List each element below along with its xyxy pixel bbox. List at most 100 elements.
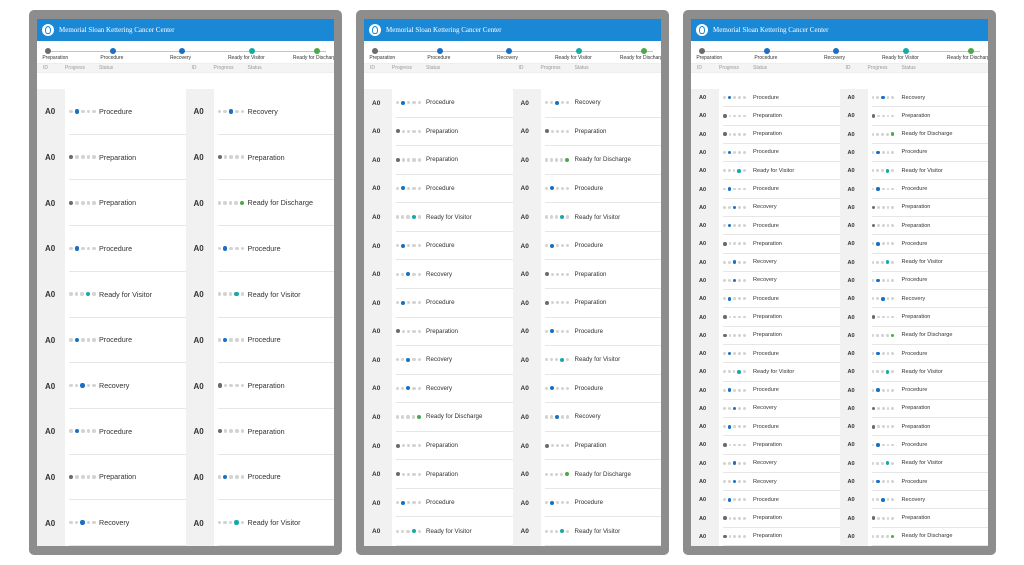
table-row: A0 Preparation: [839, 509, 988, 528]
progress-dot: [742, 333, 746, 337]
progress-dot: [396, 244, 400, 248]
row-body: Preparation: [871, 107, 988, 126]
progress-dot: [396, 301, 400, 305]
progress-dot: [891, 114, 895, 118]
column-headers: ID Progress Status ID Progress Status: [37, 63, 334, 73]
row-body: Procedure: [723, 345, 840, 364]
patient-id: A0: [364, 203, 392, 232]
progress-indicator: [871, 406, 902, 411]
progress-dot: [560, 272, 565, 276]
progress-dot: [723, 333, 727, 338]
progress-indicator: [396, 386, 426, 391]
patient-id: A0: [839, 180, 868, 199]
progress-dot: [402, 129, 406, 133]
patient-id: A0: [185, 89, 214, 135]
progress-dot: [723, 498, 726, 502]
progress-indicator: [69, 337, 99, 343]
progress-dot: [396, 157, 400, 162]
progress-dot: [549, 415, 553, 419]
progress-dot: [871, 352, 875, 355]
patient-status: Preparation: [753, 515, 782, 522]
progress-dot: [80, 520, 85, 525]
progress-dot: [891, 370, 895, 374]
column-id-label: ID: [697, 65, 702, 71]
progress-dot: [554, 158, 559, 162]
patient-id: A0: [839, 290, 868, 309]
progress-indicator: [723, 498, 753, 502]
table-row: A0 Procedure: [185, 226, 334, 272]
patient-status: Ready for Visitor: [901, 460, 943, 467]
progress-dot: [549, 243, 554, 248]
progress-dot: [727, 424, 732, 429]
patient-status: Preparation: [426, 470, 458, 478]
progress-dot: [396, 529, 400, 533]
progress-dot: [738, 315, 741, 319]
progress-dot: [742, 205, 746, 209]
progress-dot: [240, 383, 245, 388]
progress-dot: [555, 443, 559, 448]
progress-dot: [235, 338, 239, 342]
column-headers: ID Progress Status ID Progress Status: [364, 63, 661, 73]
table-row: A0 Ready for Visitor: [185, 271, 334, 318]
patient-id: A0: [512, 146, 541, 175]
legend-track: [699, 51, 980, 52]
progress-dot: [554, 414, 559, 419]
progress-dot: [732, 169, 736, 173]
patient-id: A0: [364, 260, 392, 289]
progress-indicator: [396, 186, 426, 191]
progress-indicator: [544, 529, 575, 534]
progress-dot: [74, 520, 79, 525]
progress-dot: [871, 333, 875, 337]
stage-label-preparation: Preparation: [42, 55, 69, 61]
progress-dot: [742, 224, 746, 227]
patient-status: Preparation: [753, 131, 782, 138]
progress-dot: [549, 101, 553, 105]
progress-dot: [560, 244, 565, 248]
patient-status: Procedure: [574, 327, 604, 335]
row-body: Ready for Visitor: [871, 455, 988, 473]
progress-dot: [74, 337, 79, 343]
progress-dot: [544, 272, 549, 277]
progress-indicator: [723, 516, 753, 520]
progress-dot: [727, 187, 732, 191]
progress-dot: [881, 333, 884, 337]
progress-dot: [881, 534, 884, 538]
progress-dot: [742, 370, 746, 374]
progress-dot: [738, 260, 741, 264]
patient-id: A0: [691, 326, 719, 345]
table-row: A0 Preparation: [364, 146, 513, 175]
patient-id: A0: [364, 346, 392, 375]
patient-id: A0: [185, 134, 214, 181]
table-row: A0 Ready for Visitor: [37, 271, 186, 318]
progress-dot: [560, 501, 565, 505]
patient-status: Recovery: [901, 295, 926, 302]
progress-indicator: [217, 383, 248, 388]
patient-id: A0: [512, 288, 541, 318]
progress-dot: [549, 386, 554, 391]
patient-status: Recovery: [753, 405, 777, 412]
patient-id: A0: [839, 363, 868, 382]
progress-dot: [554, 358, 559, 362]
stage-dot-procedure: [763, 48, 770, 54]
stage-dot-procedure: [109, 48, 116, 54]
row-body: Ready for Discharge: [871, 327, 988, 345]
row-body: Procedure: [723, 382, 840, 400]
column-header-group: ID Progress Status: [186, 64, 335, 72]
progress-dot: [406, 529, 410, 533]
progress-dot: [74, 109, 79, 114]
progress-dot: [544, 101, 548, 105]
patient-status: Procedure: [753, 186, 779, 193]
progress-dot: [737, 168, 741, 173]
progress-dot: [566, 101, 570, 105]
patient-grid: A0 Procedure A0 Preparation A0 Preparation A0 P…: [364, 89, 661, 546]
logo-figure-icon: [45, 26, 51, 34]
row-body: Ready for Discharge: [544, 146, 661, 175]
progress-dot: [723, 114, 727, 118]
progress-dot: [886, 443, 890, 447]
progress-dot: [891, 407, 895, 410]
progress-dot: [544, 186, 548, 191]
progress-dot: [886, 516, 890, 520]
progress-dot: [723, 388, 726, 392]
progress-dot: [881, 443, 885, 447]
progress-dot: [886, 388, 890, 392]
